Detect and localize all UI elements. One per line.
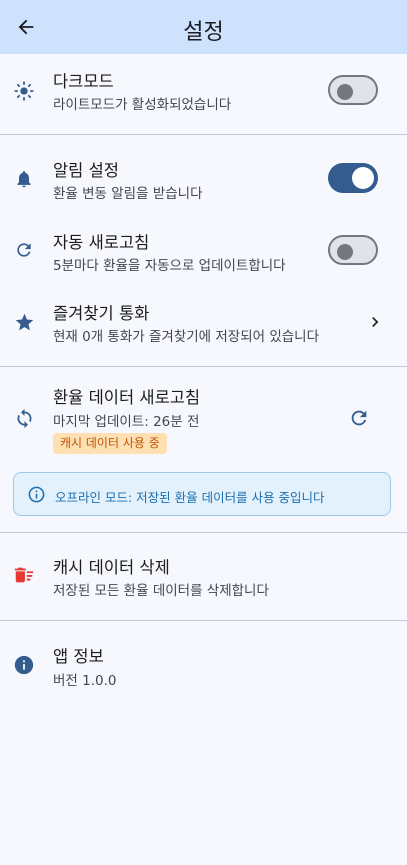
auto-refresh-title: 자동 새로고침 — [53, 233, 150, 252]
app-version: 버전 1.0.0 — [53, 673, 117, 689]
divider — [0, 620, 407, 621]
refresh-data-button[interactable] — [348, 407, 372, 431]
bell-icon — [13, 168, 35, 190]
dark-mode-row[interactable]: 다크모드 라이트모드가 활성화되었습니다 — [0, 54, 407, 134]
auto-refresh-subtitle: 5분마다 환율을 자동으로 업데이트합니다 — [53, 258, 286, 274]
refresh-icon — [351, 410, 367, 426]
clear-cache-title: 캐시 데이터 삭제 — [53, 558, 170, 577]
clear-cache-subtitle: 저장된 모든 환율 데이터를 삭제합니다 — [53, 583, 269, 599]
star-icon — [13, 311, 35, 333]
switch-knob — [352, 167, 374, 189]
info-icon — [13, 654, 35, 676]
divider — [0, 134, 407, 135]
dark-mode-title: 다크모드 — [53, 72, 114, 91]
auto-refresh-row[interactable]: 자동 새로고침 5분마다 환율을 자동으로 업데이트합니다 — [0, 218, 407, 288]
auto-refresh-switch[interactable] — [328, 235, 378, 265]
refresh-data-subtitle: 마지막 업데이트: 26분 전 — [53, 414, 200, 430]
refresh-data-title: 환율 데이터 새로고침 — [53, 388, 201, 407]
refresh-icon — [13, 239, 35, 261]
notifications-row[interactable]: 알림 설정 환율 변동 알림을 받습니다 — [0, 146, 407, 216]
info-outline-icon — [27, 485, 46, 504]
notifications-switch[interactable] — [328, 163, 378, 193]
favorites-row[interactable]: 즐겨찾기 통화 현재 0개 통화가 즐겨찾기에 저장되어 있습니다 — [0, 290, 407, 360]
favorites-title: 즐겨찾기 통화 — [53, 304, 150, 323]
offline-banner: 오프라인 모드: 저장된 환율 데이터를 사용 중입니다 — [13, 472, 391, 516]
notifications-title: 알림 설정 — [53, 161, 119, 180]
divider — [0, 532, 407, 533]
app-info-row[interactable]: 앱 정보 버전 1.0.0 — [0, 630, 407, 700]
cache-status-badge: 캐시 데이터 사용 중 — [53, 433, 167, 454]
notifications-subtitle: 환율 변동 알림을 받습니다 — [53, 186, 203, 202]
app-info-title: 앱 정보 — [53, 647, 104, 666]
favorites-subtitle: 현재 0개 통화가 즐겨찾기에 저장되어 있습니다 — [53, 329, 320, 345]
delete-sweep-icon — [13, 564, 35, 586]
switch-knob — [337, 244, 353, 260]
chevron-right-icon — [365, 312, 385, 332]
switch-knob — [337, 84, 353, 100]
page-title: 설정 — [183, 20, 224, 45]
app-bar: 설정 — [0, 0, 407, 54]
sun-icon — [13, 80, 35, 102]
offline-banner-text: 오프라인 모드: 저장된 환율 데이터를 사용 중입니다 — [55, 490, 325, 505]
dark-mode-switch[interactable] — [328, 75, 378, 105]
dark-mode-subtitle: 라이트모드가 활성화되었습니다 — [53, 97, 232, 113]
sync-icon — [13, 407, 35, 429]
clear-cache-row[interactable]: 캐시 데이터 삭제 저장된 모든 환율 데이터를 삭제합니다 — [0, 540, 407, 612]
